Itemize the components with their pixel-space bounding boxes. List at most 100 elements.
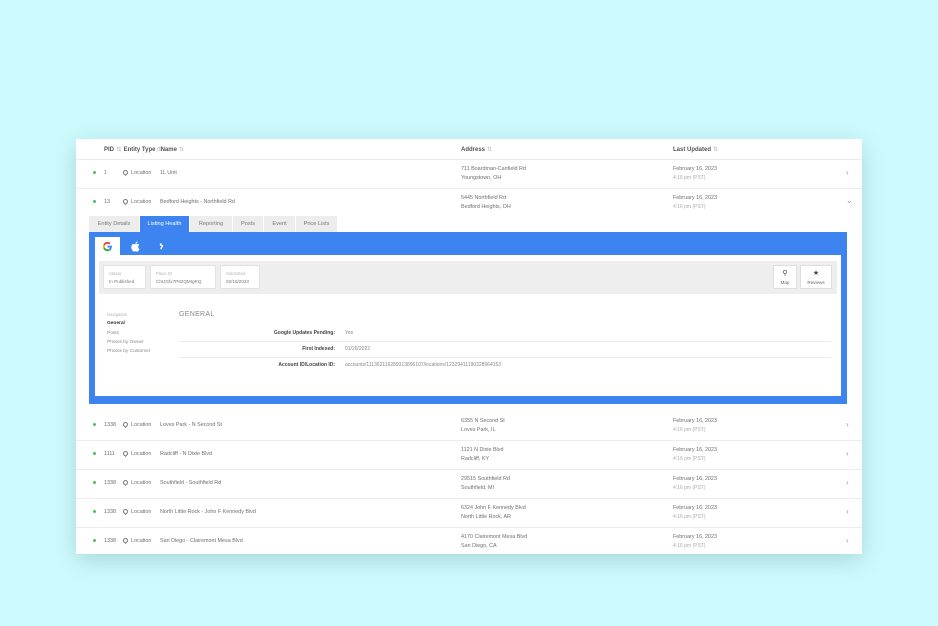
table-row[interactable]: 1338 Location Southfield - Southfield Rd… <box>76 469 862 499</box>
nav-label: Navigation <box>107 312 128 317</box>
chevron-right-icon[interactable]: › <box>846 507 849 516</box>
field-value: 01/26/2022 <box>345 346 371 352</box>
row-pid: 13 <box>104 199 110 205</box>
table-row[interactable]: 1111 Location Radcliff - N Dixie Blvd 11… <box>76 440 862 470</box>
table-row[interactable]: 1338 Location Loves Park - N Second St 6… <box>76 411 862 441</box>
star-icon: ★ <box>812 270 820 277</box>
tab-price-lists[interactable]: Price Lists <box>296 216 338 232</box>
row-pid: 1338 <box>104 422 116 428</box>
row-entity-type: Location <box>121 169 151 177</box>
row-last-updated: February 16, 2023 4:16 pm (PST) <box>673 534 718 549</box>
nav-item-photos-by-customer[interactable]: Photos by Customer <box>107 347 150 356</box>
section-nav: Navigation General Posts Photos by Owner… <box>107 310 150 356</box>
tab-google[interactable] <box>95 237 120 255</box>
summary-bar: Status In Published Place ID ChIJGfx7P82… <box>99 261 837 294</box>
tab-listing-health[interactable]: Listing Health <box>140 216 190 232</box>
section-title: GENERAL <box>179 311 215 318</box>
row-address: 6324 John F Kennedy Blvd North Little Roc… <box>461 505 526 520</box>
location-pin-icon <box>121 479 130 487</box>
field-label: Google Updates Pending: <box>273 330 335 336</box>
field-label: Account ID/Location ID: <box>278 362 335 368</box>
field-row: Google Updates Pending: Yes <box>179 326 831 342</box>
row-address: 5445 Northfield Rd Bedford Heights, OH <box>461 195 511 210</box>
row-name: San Diego - Clairemont Mesa Blvd <box>160 538 243 544</box>
submitted-box: Submitted 02/15/2023 <box>220 265 260 289</box>
row-last-updated: February 16, 2023 4:16 pm (PST) <box>673 418 718 433</box>
row-entity-type: Location <box>121 479 151 487</box>
table-row[interactable]: 1 Location 1L Unit 711 Boardman-Canfield… <box>76 159 862 189</box>
nav-item-general[interactable]: General <box>107 319 150 328</box>
tab-apple[interactable] <box>122 237 147 255</box>
chevron-right-icon[interactable]: › <box>846 536 849 545</box>
chevron-right-icon[interactable]: › <box>846 168 849 177</box>
row-name: Loves Park - N Second St <box>160 422 223 428</box>
location-pin-icon <box>121 450 130 458</box>
status-dot <box>93 171 96 174</box>
chevron-right-icon[interactable]: › <box>846 478 849 487</box>
row-entity-type: Location <box>121 450 151 458</box>
row-name: Southfield - Southfield Rd <box>160 480 222 486</box>
header-pid[interactable]: PID ⇅ <box>104 146 121 153</box>
row-last-updated: February 16, 2023 4:16 pm (PST) <box>673 476 718 491</box>
status-dot <box>93 510 96 513</box>
table-row[interactable]: 13 Location Bedford Heights - Northfield… <box>76 188 862 217</box>
tab-yelp[interactable]: ነ <box>149 237 174 255</box>
row-last-updated: February 16, 2023 4:16 pm (PST) <box>673 195 718 210</box>
place-id-box: Place ID ChIJGfx7P82QMIgRQ <box>150 265 216 289</box>
row-pid: 1338 <box>104 480 116 486</box>
row-entity-type: Location <box>121 198 151 206</box>
row-entity-type: Location <box>121 421 151 429</box>
field-value: Yes <box>345 330 354 336</box>
header-address[interactable]: Address ⇅ <box>461 146 492 153</box>
field-value: accounts/111362119289313896107/locations… <box>345 362 502 368</box>
row-last-updated: February 16, 2023 4:16 pm (PST) <box>673 166 718 181</box>
google-icon <box>102 241 112 251</box>
status-dot <box>93 481 96 484</box>
row-pid: 1111 <box>104 451 115 457</box>
location-pin-icon <box>121 537 130 545</box>
locations-table-card: PID ⇅ | Entity Type ⇅ | Name ⇅ Address ⇅ Last … <box>76 139 862 554</box>
listing-details: Status In Published Place ID ChIJGfx7P82… <box>95 255 841 396</box>
status-dot <box>93 539 96 542</box>
status-box: Status In Published <box>103 265 146 289</box>
table-row[interactable]: 1338 Location North Little Rock - John F… <box>76 498 862 528</box>
row-name: Bedford Heights - Northfield Rd <box>160 199 235 205</box>
status-dot <box>93 423 96 426</box>
status-dot <box>93 200 96 203</box>
apple-icon <box>130 240 140 252</box>
field-label: First Indexed: <box>302 346 335 352</box>
nav-item-photos-by-owner[interactable]: Photos by Owner <box>107 338 150 347</box>
map-pin-icon: ⚲ <box>782 270 788 277</box>
tab-posts[interactable]: Posts <box>233 216 264 232</box>
listing-health-panel: ነ Status In Published Place ID ChIJGfx7P… <box>89 232 847 404</box>
nav-item-posts[interactable]: Posts <box>107 329 150 338</box>
row-entity-type: Location <box>121 508 151 516</box>
location-pin-icon <box>121 198 130 206</box>
map-button[interactable]: ⚲ Map <box>773 265 797 289</box>
row-address: 711 Boardman-Canfield Rd Youngstown, OH <box>461 166 526 181</box>
tab-reporting[interactable]: Reporting <box>190 216 233 232</box>
chevron-down-icon[interactable]: ⌄ <box>846 196 853 205</box>
status-dot <box>93 452 96 455</box>
row-name: 1L Unit <box>160 170 177 176</box>
row-pid: 1338 <box>104 509 116 515</box>
table-row[interactable]: 1338 Location San Diego - Clairemont Mes… <box>76 527 862 554</box>
tab-entity-details[interactable]: Entity Details <box>89 216 140 232</box>
yelp-icon: ነ <box>159 240 164 252</box>
row-last-updated: February 16, 2023 4:16 pm (PST) <box>673 505 718 520</box>
row-name: North Little Rock - John F Kennedy Blvd <box>160 509 256 515</box>
row-address: 4170 Clairemont Mesa Blvd San Diego, CA <box>461 534 528 549</box>
chevron-right-icon[interactable]: › <box>846 449 849 458</box>
row-last-updated: February 16, 2023 4:16 pm (PST) <box>673 447 718 462</box>
tab-event[interactable]: Event <box>264 216 296 232</box>
header-name[interactable]: | Name ⇅ <box>157 146 184 153</box>
header-last-updated[interactable]: Last Updated ⇅ <box>673 146 718 153</box>
reviews-button[interactable]: ★ Reviews <box>800 265 832 289</box>
row-name: Radcliff - N Dixie Blvd <box>160 451 213 457</box>
chevron-right-icon[interactable]: › <box>846 420 849 429</box>
location-pin-icon <box>121 508 130 516</box>
row-address: 1121 N Dixie Blvd Radcliff, KY <box>461 447 504 462</box>
row-entity-type: Location <box>121 537 151 545</box>
row-pid: 1338 <box>104 538 116 544</box>
location-pin-icon <box>121 169 130 177</box>
